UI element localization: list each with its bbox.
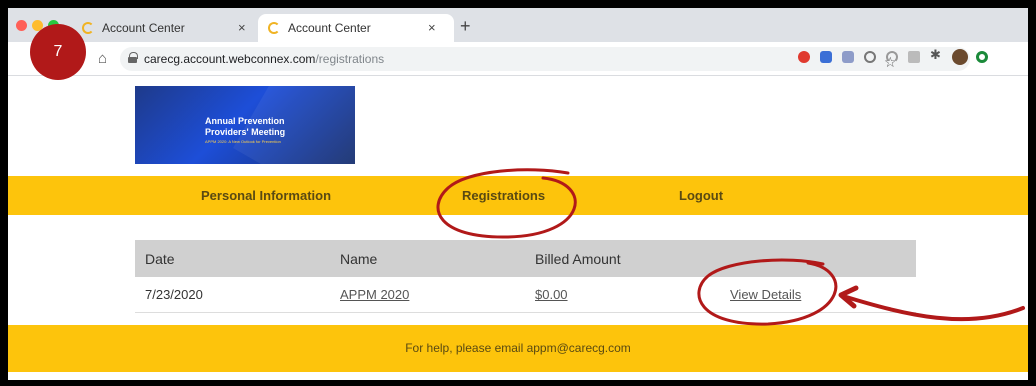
tab-title: Account Center [288, 21, 371, 35]
registrations-table: Date Name Billed Amount 7/23/2020 APPM 2… [135, 240, 916, 313]
tab-close-icon[interactable]: × [428, 20, 436, 35]
page-footer: For help, please email appm@carecg.com [8, 325, 1028, 372]
nav-personal-information[interactable]: Personal Information [201, 188, 331, 203]
banner-title: Annual Prevention Providers' Meeting [205, 116, 286, 137]
billed-amount-link[interactable]: $0.00 [535, 287, 568, 302]
tab-close-icon[interactable]: × [238, 20, 246, 35]
url-text: carecg.account.webconnex.com/registratio… [144, 52, 384, 66]
browser-window: Account Center × Account Center × + ⌂ ca… [8, 8, 1028, 380]
registration-name-link[interactable]: APPM 2020 [340, 287, 409, 302]
opera-extension-icon[interactable] [798, 51, 810, 63]
shield-extension-icon[interactable] [820, 51, 832, 63]
lock-icon[interactable] [128, 52, 138, 63]
shield-extension-icon[interactable] [842, 51, 854, 63]
browser-toolbar: ⌂ carecg.account.webconnex.com/registrat… [8, 42, 1028, 76]
banner-subtitle: APPM 2020: A New Outlook for Prevention [205, 139, 281, 144]
url-host: carecg.account.webconnex.com [144, 52, 316, 66]
table-row: 7/23/2020 APPM 2020 $0.00 View Details [135, 277, 916, 313]
favicon-icon [268, 22, 280, 34]
view-details-link[interactable]: View Details [730, 287, 801, 302]
new-tab-button[interactable]: + [460, 16, 471, 37]
event-banner: Annual Prevention Providers' Meeting APP… [135, 86, 355, 164]
column-header-date: Date [145, 251, 175, 267]
main-nav: Personal Information Registrations Logou… [8, 176, 1028, 215]
close-window-icon[interactable] [16, 20, 27, 31]
column-header-billed-amount: Billed Amount [535, 251, 621, 267]
home-icon[interactable]: ⌂ [98, 50, 107, 67]
arc-extension-icon[interactable] [886, 51, 898, 63]
tab-title: Account Center [102, 21, 185, 35]
avatar[interactable] [952, 49, 968, 65]
browser-tab-2-active[interactable]: Account Center × [258, 14, 454, 42]
footer-help-text: For help, please email appm@carecg.com [405, 341, 631, 355]
green-extension-icon[interactable] [976, 51, 988, 63]
nav-logout[interactable]: Logout [679, 188, 723, 203]
column-header-name: Name [340, 251, 378, 267]
step-number-badge: 7 [30, 24, 86, 80]
registration-date: 7/23/2020 [145, 287, 203, 302]
circle-extension-icon[interactable] [864, 51, 876, 63]
square-extension-icon[interactable] [908, 51, 920, 63]
puzzle-icon[interactable]: ✱ [930, 47, 942, 62]
browser-tab-1[interactable]: Account Center × [76, 14, 256, 42]
nav-registrations[interactable]: Registrations [462, 188, 545, 203]
table-header: Date Name Billed Amount [135, 240, 916, 277]
favicon-icon [82, 22, 94, 34]
url-path: /registrations [315, 52, 385, 66]
tab-strip: Account Center × Account Center × + [8, 8, 1028, 42]
